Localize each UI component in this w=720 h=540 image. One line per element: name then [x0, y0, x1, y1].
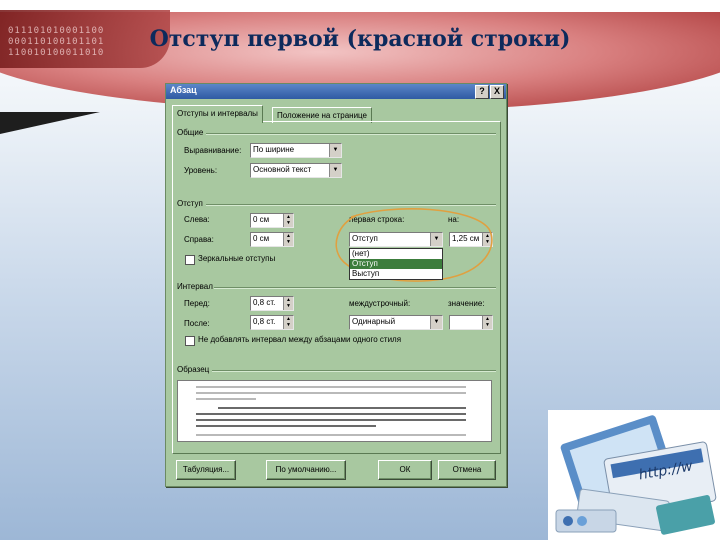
- level-value: Основной текст: [253, 165, 312, 174]
- preview-line: [196, 413, 466, 415]
- tab-indents-spacing[interactable]: Отступы и интервалы: [172, 105, 263, 123]
- preview-line: [196, 398, 256, 400]
- before-label: Перед:: [184, 299, 210, 308]
- left-indent-value: 0 см: [253, 215, 270, 224]
- at-spinner[interactable]: ▲ ▼: [449, 315, 493, 330]
- first-line-option-selected[interactable]: Отступ: [350, 259, 442, 269]
- after-label: После:: [184, 319, 210, 328]
- divider: [214, 287, 496, 289]
- at-label: значение:: [448, 299, 485, 308]
- section-sample-heading: Образец: [177, 365, 210, 374]
- left-indent-spinner[interactable]: 0 см ▲ ▼: [250, 213, 294, 228]
- no-space-label: Не добавлять интервал между абзацами одн…: [198, 335, 402, 344]
- spin-down-icon[interactable]: ▼: [284, 322, 293, 328]
- help-icon[interactable]: ?: [475, 85, 489, 99]
- tabs-button[interactable]: Табуляция...: [176, 460, 236, 480]
- dialog-titlebar[interactable]: Абзац ? X: [166, 84, 506, 99]
- cancel-button[interactable]: Отмена: [438, 460, 496, 480]
- spin-down-icon[interactable]: ▼: [284, 220, 293, 226]
- preview-line: [196, 392, 466, 394]
- mirror-indents-label: Зеркальные отступы: [198, 254, 276, 263]
- before-value: 0,8 ст.: [253, 298, 276, 307]
- preview-line: [196, 386, 466, 388]
- slide-title: Отступ первой (красной строки): [149, 26, 571, 52]
- after-spinner[interactable]: 0,8 ст. ▲ ▼: [250, 315, 294, 330]
- dropdown-arrow-icon[interactable]: ▼: [329, 144, 341, 157]
- dark-wedge: [0, 112, 100, 134]
- spin-down-icon[interactable]: ▼: [284, 239, 293, 245]
- close-icon[interactable]: X: [490, 85, 504, 99]
- dropdown-arrow-icon[interactable]: ▼: [430, 316, 442, 329]
- section-spacing-heading: Интервал: [177, 282, 213, 291]
- right-indent-value: 0 см: [253, 234, 270, 243]
- left-indent-label: Слева:: [184, 215, 210, 224]
- line-spacing-select[interactable]: Одинарный ▼: [349, 315, 443, 330]
- no-space-checkbox[interactable]: [185, 336, 195, 346]
- ok-button[interactable]: ОК: [378, 460, 432, 480]
- paragraph-dialog: Абзац ? X Отступы и интервалы Положение …: [165, 83, 507, 487]
- alignment-label: Выравнивание:: [184, 146, 242, 155]
- divider: [206, 133, 496, 135]
- after-value: 0,8 ст.: [253, 317, 276, 326]
- preview-line: [218, 407, 466, 409]
- dialog-title: Абзац: [170, 85, 197, 95]
- sample-preview: [177, 380, 492, 442]
- mirror-indents-checkbox[interactable]: [185, 255, 195, 265]
- divider: [212, 370, 496, 372]
- section-general-heading: Общие: [177, 128, 204, 137]
- spin-down-icon[interactable]: ▼: [284, 303, 293, 309]
- alignment-value: По ширине: [253, 145, 295, 154]
- preview-line: [196, 419, 466, 421]
- line-spacing-value: Одинарный: [352, 317, 396, 326]
- right-indent-spinner[interactable]: 0 см ▲ ▼: [250, 232, 294, 247]
- section-indent-heading: Отступ: [177, 199, 203, 208]
- preview-line: [196, 434, 466, 436]
- first-line-option[interactable]: Выступ: [350, 269, 442, 279]
- line-spacing-label: междустрочный:: [349, 299, 411, 308]
- before-spinner[interactable]: 0,8 ст. ▲ ▼: [250, 296, 294, 311]
- level-select[interactable]: Основной текст ▼: [250, 163, 342, 178]
- divider: [206, 204, 496, 206]
- level-label: Уровень:: [184, 166, 218, 175]
- preview-line: [196, 425, 376, 427]
- alignment-select[interactable]: По ширине ▼: [250, 143, 342, 158]
- dropdown-arrow-icon[interactable]: ▼: [329, 164, 341, 177]
- default-button[interactable]: По умолчанию...: [266, 460, 346, 480]
- first-line-options-list: (нет) Отступ Выступ: [349, 248, 443, 280]
- right-indent-label: Справа:: [184, 235, 214, 244]
- first-line-option[interactable]: (нет): [350, 249, 442, 259]
- spin-down-icon[interactable]: ▼: [483, 322, 492, 328]
- internet-illustration: http://w: [548, 410, 720, 540]
